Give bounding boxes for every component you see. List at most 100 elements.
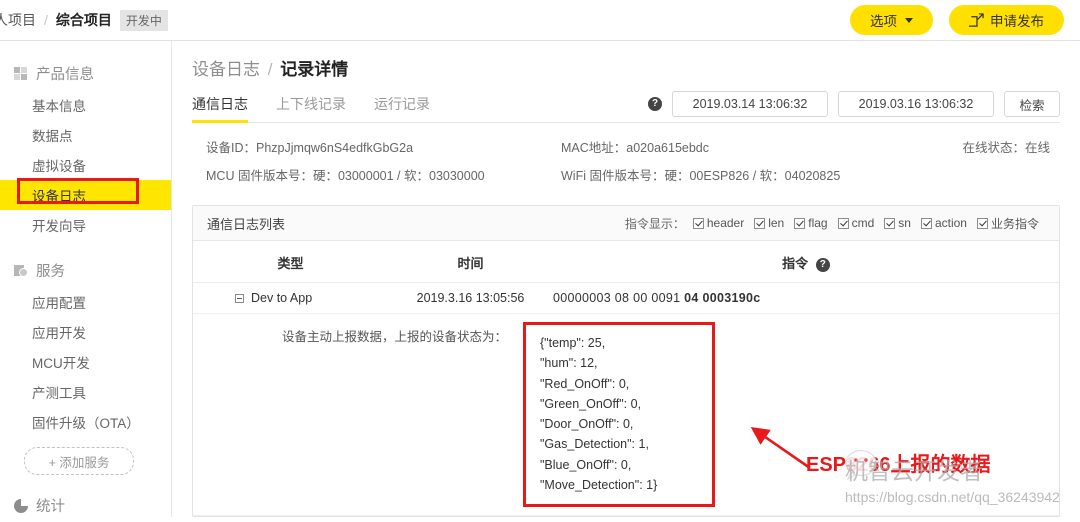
device-id-field: 设备ID：PhzpJjmqw6nS4edfkGbG2a	[206, 137, 561, 156]
filter-bar: ? 检索	[648, 91, 1060, 122]
sidebar-item-virtual-device[interactable]: 虚拟设备	[0, 150, 171, 180]
sidebar-item-app-config[interactable]: 应用配置	[0, 287, 171, 317]
checkbox-label: len	[768, 216, 785, 230]
checkbox-label: action	[934, 216, 967, 230]
command-action: 04	[684, 291, 699, 305]
detail-label: 设备主动上报数据，上报的设备状态为：	[281, 330, 507, 344]
mac-label: MAC地址：	[561, 141, 627, 155]
top-bar: 人项目 / 综合项目 开发中 选项 申请发布	[0, 0, 1080, 41]
options-button[interactable]: 选项	[850, 5, 933, 35]
online-status-label: 在线状态：	[962, 141, 1025, 155]
breadcrumb: 人项目 / 综合项目 开发中	[0, 9, 168, 31]
device-info-row: MCU 固件版本号：硬：03000001 / 软：03030000 WiFi 固…	[206, 165, 1060, 184]
options-button-label: 选项	[870, 14, 897, 29]
wifi-firmware-value: 硬：00ESP826 / 软：04020825	[664, 169, 841, 183]
tab-bar: 通信日志 上下线记录 运行记录 ? 检索	[192, 90, 1060, 123]
pie-chart-icon	[14, 497, 29, 513]
tab-online-offline-record[interactable]: 上下线记录	[276, 94, 346, 122]
add-service-button[interactable]: + 添加服务	[24, 447, 134, 475]
column-header-command: 指令 ?	[553, 241, 1059, 283]
cell-command: 00000003 08 00 0091 04 0003190c	[553, 282, 1059, 314]
external-link-icon	[969, 12, 984, 27]
table-row[interactable]: Dev to App 2019.3.16 13:05:56 00000003 0…	[193, 282, 1059, 314]
online-status-value: 在线	[1024, 141, 1050, 155]
mcu-firmware-label: MCU 固件版本号：	[206, 169, 313, 183]
checkbox-header[interactable]: header	[692, 216, 745, 230]
command-display-filters: 指令显示： header len flag cmd sn action 业务指令	[625, 215, 1045, 232]
grid-icon	[14, 67, 28, 80]
wifi-firmware-label: WiFi 固件版本号：	[561, 169, 665, 183]
checkbox-icon	[754, 217, 766, 229]
checkbox-label: sn	[898, 216, 911, 230]
collapse-icon[interactable]	[235, 294, 244, 304]
mcu-firmware-field: MCU 固件版本号：硬：03000001 / 软：03030000	[206, 165, 561, 184]
checkbox-label: header	[706, 216, 745, 230]
column-header-command-label: 指令	[782, 256, 809, 271]
date-from-input[interactable]	[672, 91, 828, 117]
online-status-field: 在线状态：在线	[891, 137, 1060, 156]
gear-icon	[14, 264, 28, 277]
checkbox-business-command[interactable]: 业务指令	[976, 215, 1039, 232]
log-table: 类型 时间 指令 ? Dev to App 2019.3.16 13:05:56	[193, 241, 1059, 516]
tab-communication-log[interactable]: 通信日志	[192, 94, 248, 123]
sidebar-section-label: 服务	[36, 264, 65, 280]
checkbox-icon	[884, 217, 896, 229]
breadcrumb-separator: /	[44, 12, 48, 28]
command-plain: 00000003 08 00 0091	[553, 291, 681, 305]
device-id-label: 设备ID：	[206, 141, 257, 155]
page-title: 设备日志 / 记录详情	[192, 55, 1060, 80]
page-title-current: 记录详情	[280, 60, 349, 79]
sidebar-section-product-info: 产品信息	[0, 57, 171, 90]
detail-wrapper: 设备主动上报数据，上报的设备状态为： {"temp": 25, "hum": 1…	[193, 322, 1059, 507]
status-badge: 开发中	[119, 9, 168, 31]
checkbox-cmd[interactable]: cmd	[837, 216, 875, 230]
publish-request-button[interactable]: 申请发布	[949, 5, 1064, 35]
help-icon[interactable]: ?	[815, 257, 830, 272]
checkbox-flag[interactable]: flag	[794, 216, 828, 230]
breadcrumb-root[interactable]: 人项目	[0, 10, 36, 30]
sidebar-item-app-dev[interactable]: 应用开发	[0, 317, 171, 347]
page-title-parent: 设备日志	[192, 60, 260, 79]
sidebar-item-ota[interactable]: 固件升级（OTA）	[0, 407, 171, 437]
panel-header: 通信日志列表 指令显示： header len flag cmd sn acti…	[193, 206, 1059, 241]
sidebar-section-label: 统计	[36, 499, 65, 515]
sidebar-item-production-tool[interactable]: 产测工具	[0, 377, 171, 407]
command-display-label: 指令显示：	[624, 216, 685, 231]
publish-request-label: 申请发布	[990, 14, 1044, 29]
command-payload: 0003190c	[702, 291, 761, 305]
log-table-head: 类型 时间 指令 ?	[193, 241, 1059, 283]
checkbox-label: flag	[808, 216, 828, 230]
sidebar-item-basic-info[interactable]: 基本信息	[0, 90, 171, 120]
sidebar-item-data-points[interactable]: 数据点	[0, 120, 171, 150]
date-to-input[interactable]	[838, 91, 994, 117]
help-icon[interactable]: ?	[648, 97, 662, 111]
cell-time: 2019.3.16 13:05:56	[388, 282, 553, 314]
tab-run-record[interactable]: 运行记录	[374, 94, 430, 122]
top-actions: 选项 申请发布	[850, 5, 1064, 35]
sidebar-item-dev-guide[interactable]: 开发向导	[0, 210, 171, 240]
sidebar-item-mcu-dev[interactable]: MCU开发	[0, 347, 171, 377]
sidebar-section-service: 服务	[0, 254, 171, 287]
checkbox-action[interactable]: action	[920, 216, 967, 230]
column-header-time: 时间	[388, 241, 553, 283]
wifi-firmware-field: WiFi 固件版本号：硬：00ESP826 / 软：04020825	[561, 165, 891, 184]
mac-value: a020a615ebdc	[626, 141, 710, 155]
checkbox-len[interactable]: len	[754, 216, 784, 230]
sidebar-item-device-log[interactable]: 设备日志	[0, 178, 171, 210]
cell-type: Dev to App	[193, 282, 388, 314]
table-header-row: 类型 时间 指令 ?	[193, 241, 1059, 283]
device-id-value: PhzpJjmqw6nS4edfkGbG2a	[256, 141, 414, 155]
search-button[interactable]: 检索	[1004, 91, 1060, 117]
log-table-body: Dev to App 2019.3.16 13:05:56 00000003 0…	[193, 282, 1059, 516]
table-detail-row: 设备主动上报数据，上报的设备状态为： {"temp": 25, "hum": 1…	[193, 313, 1059, 516]
communication-log-panel: 通信日志列表 指令显示： header len flag cmd sn acti…	[192, 205, 1060, 517]
sidebar-section-label: 产品信息	[36, 67, 94, 83]
device-info: 设备ID：PhzpJjmqw6nS4edfkGbG2a MAC地址：a020a6…	[192, 123, 1060, 205]
checkbox-icon	[920, 217, 932, 229]
checkbox-icon	[794, 217, 806, 229]
checkbox-sn[interactable]: sn	[884, 216, 911, 230]
detail-cell: 设备主动上报数据，上报的设备状态为： {"temp": 25, "hum": 1…	[193, 313, 1059, 516]
checkbox-label: 业务指令	[990, 216, 1039, 231]
checkbox-label: cmd	[851, 216, 875, 230]
main-content: 设备日志 / 记录详情 通信日志 上下线记录 运行记录 ? 检索 设备ID：Ph…	[172, 41, 1080, 517]
